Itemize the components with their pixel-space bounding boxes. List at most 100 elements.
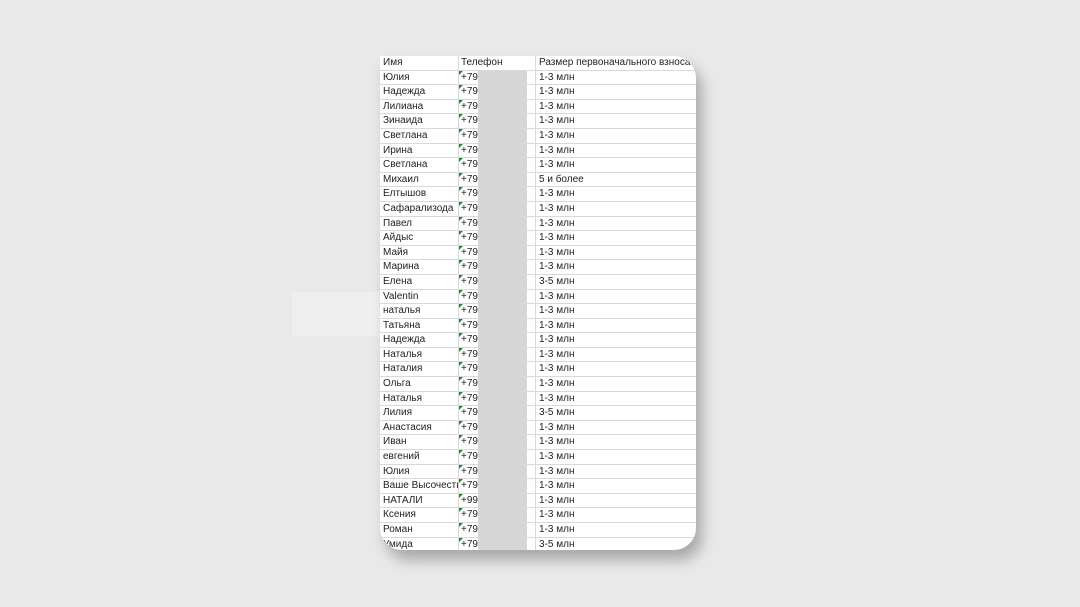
cell-name[interactable]: Наталья — [380, 347, 459, 362]
cell-amount[interactable]: 1-3 млн — [536, 465, 696, 479]
cell-amount[interactable]: 1-3 млн — [536, 85, 696, 99]
cell-name[interactable]: Марина — [380, 260, 459, 274]
header-amount[interactable]: Размер первоначального взноса — [536, 56, 696, 70]
cell-phone[interactable]: +79 — [459, 158, 536, 172]
cell-name[interactable]: Айдыс — [380, 231, 459, 245]
cell-amount[interactable]: 1-3 млн — [536, 129, 696, 143]
cell-phone[interactable]: +79 — [459, 143, 536, 158]
cell-name[interactable]: наталья — [380, 304, 459, 318]
cell-name[interactable]: Юлия — [380, 464, 459, 479]
cell-amount[interactable]: 1-3 млн — [536, 508, 696, 522]
cell-name[interactable]: Юлия — [380, 70, 459, 85]
cell-name[interactable]: Ксения — [380, 508, 459, 522]
cell-name[interactable]: Valentin — [380, 289, 459, 304]
cell-phone[interactable]: +79 — [459, 318, 536, 333]
cell-phone[interactable]: +79 — [459, 231, 536, 245]
cell-amount[interactable]: 3-5 млн — [536, 538, 696, 550]
cell-name[interactable]: Лилия — [380, 406, 459, 420]
cell-amount[interactable]: 1-3 млн — [536, 333, 696, 347]
cell-name[interactable]: Умида — [380, 537, 459, 550]
cell-phone[interactable]: +79 — [459, 377, 536, 391]
cell-amount[interactable]: 1-3 млн — [536, 377, 696, 391]
cell-name[interactable]: Михаил — [380, 172, 459, 187]
cell-phone[interactable]: +79 — [459, 172, 536, 187]
cell-name[interactable]: Светлана — [380, 158, 459, 172]
cell-phone[interactable]: +79 — [459, 114, 536, 128]
cell-amount[interactable]: 3-5 млн — [536, 275, 696, 289]
cell-name[interactable]: Наталья — [380, 391, 459, 406]
cell-name[interactable]: Роман — [380, 523, 459, 537]
cell-amount[interactable]: 1-3 млн — [536, 290, 696, 304]
cell-amount[interactable]: 1-3 млн — [536, 187, 696, 201]
cell-amount[interactable]: 1-3 млн — [536, 217, 696, 231]
cell-amount[interactable]: 1-3 млн — [536, 304, 696, 318]
cell-amount[interactable]: 1-3 млн — [536, 392, 696, 406]
cell-amount[interactable]: 1-3 млн — [536, 158, 696, 172]
cell-amount[interactable]: 1-3 млн — [536, 348, 696, 362]
cell-name[interactable]: Лилиана — [380, 99, 459, 114]
cell-name[interactable]: Сафарализода — [380, 201, 459, 216]
cell-phone[interactable]: +79 — [459, 70, 536, 85]
cell-name[interactable]: Надежда — [380, 85, 459, 99]
cell-phone[interactable]: +79 — [459, 450, 536, 464]
cell-phone[interactable]: +79 — [459, 391, 536, 406]
cell-name[interactable]: Наталия — [380, 362, 459, 377]
cell-amount[interactable]: 1-3 млн — [536, 450, 696, 464]
cell-amount[interactable]: 1-3 млн — [536, 494, 696, 508]
cell-name[interactable]: Светлана — [380, 128, 459, 143]
cell-phone[interactable]: +79 — [459, 128, 536, 143]
cell-amount[interactable]: 1-3 млн — [536, 421, 696, 435]
cell-phone[interactable]: +79 — [459, 406, 536, 420]
cell-phone[interactable]: +79 — [459, 523, 536, 537]
cell-amount[interactable]: 1-3 млн — [536, 523, 696, 537]
cell-phone[interactable]: +99 — [459, 493, 536, 508]
cell-name[interactable]: Майя — [380, 245, 459, 260]
cell-amount[interactable]: 1-3 млн — [536, 362, 696, 376]
cell-name[interactable]: Елтышов — [380, 187, 459, 201]
cell-phone[interactable]: +79 — [459, 508, 536, 522]
cell-name[interactable]: евгений — [380, 450, 459, 464]
cell-amount[interactable]: 1-3 млн — [536, 435, 696, 449]
cell-phone[interactable]: +79 — [459, 435, 536, 450]
cell-phone[interactable]: +79 — [459, 260, 536, 274]
cell-amount[interactable]: 1-3 млн — [536, 100, 696, 114]
cell-amount[interactable]: 1-3 млн — [536, 202, 696, 216]
cell-phone[interactable]: +79 — [459, 216, 536, 231]
header-name[interactable]: Имя — [380, 56, 459, 70]
header-phone[interactable]: Телефон — [459, 56, 536, 70]
cell-amount[interactable]: 1-3 млн — [536, 246, 696, 260]
cell-name[interactable]: Татьяна — [380, 318, 459, 333]
cell-amount[interactable]: 1-3 млн — [536, 71, 696, 85]
cell-phone[interactable]: +79 — [459, 362, 536, 377]
cell-phone[interactable]: +79 — [459, 274, 536, 289]
cell-name[interactable]: Ирина — [380, 143, 459, 158]
cell-phone[interactable]: +79 — [459, 464, 536, 479]
cell-amount[interactable]: 1-3 млн — [536, 319, 696, 333]
cell-amount[interactable]: 1-3 млн — [536, 260, 696, 274]
cell-phone[interactable]: +79 — [459, 187, 536, 201]
cell-name[interactable]: Зинаида — [380, 114, 459, 128]
cell-name[interactable]: Ваше Высочество — [380, 479, 459, 493]
cell-name[interactable]: Павел — [380, 216, 459, 231]
cell-phone[interactable]: +79 — [459, 479, 536, 493]
cell-phone[interactable]: +79 — [459, 420, 536, 435]
cell-phone[interactable]: +79 — [459, 289, 536, 304]
cell-name[interactable]: Анастасия — [380, 420, 459, 435]
cell-phone[interactable]: +79 — [459, 99, 536, 114]
cell-phone[interactable]: +79 — [459, 347, 536, 362]
cell-amount[interactable]: 1-3 млн — [536, 231, 696, 245]
cell-name[interactable]: Надежда — [380, 333, 459, 347]
cell-phone[interactable]: +79 — [459, 537, 536, 550]
cell-phone[interactable]: +79 — [459, 333, 536, 347]
cell-phone[interactable]: +79 — [459, 245, 536, 260]
cell-phone[interactable]: +79 — [459, 304, 536, 318]
cell-name[interactable]: Ольга — [380, 377, 459, 391]
cell-amount[interactable]: 1-3 млн — [536, 114, 696, 128]
cell-amount[interactable]: 3-5 млн — [536, 406, 696, 420]
cell-name[interactable]: Елена — [380, 274, 459, 289]
cell-phone[interactable]: +79 — [459, 85, 536, 99]
cell-amount[interactable]: 5 и более — [536, 173, 696, 187]
cell-name[interactable]: НАТАЛИ — [380, 493, 459, 508]
cell-phone[interactable]: +79 — [459, 201, 536, 216]
cell-amount[interactable]: 1-3 млн — [536, 144, 696, 158]
